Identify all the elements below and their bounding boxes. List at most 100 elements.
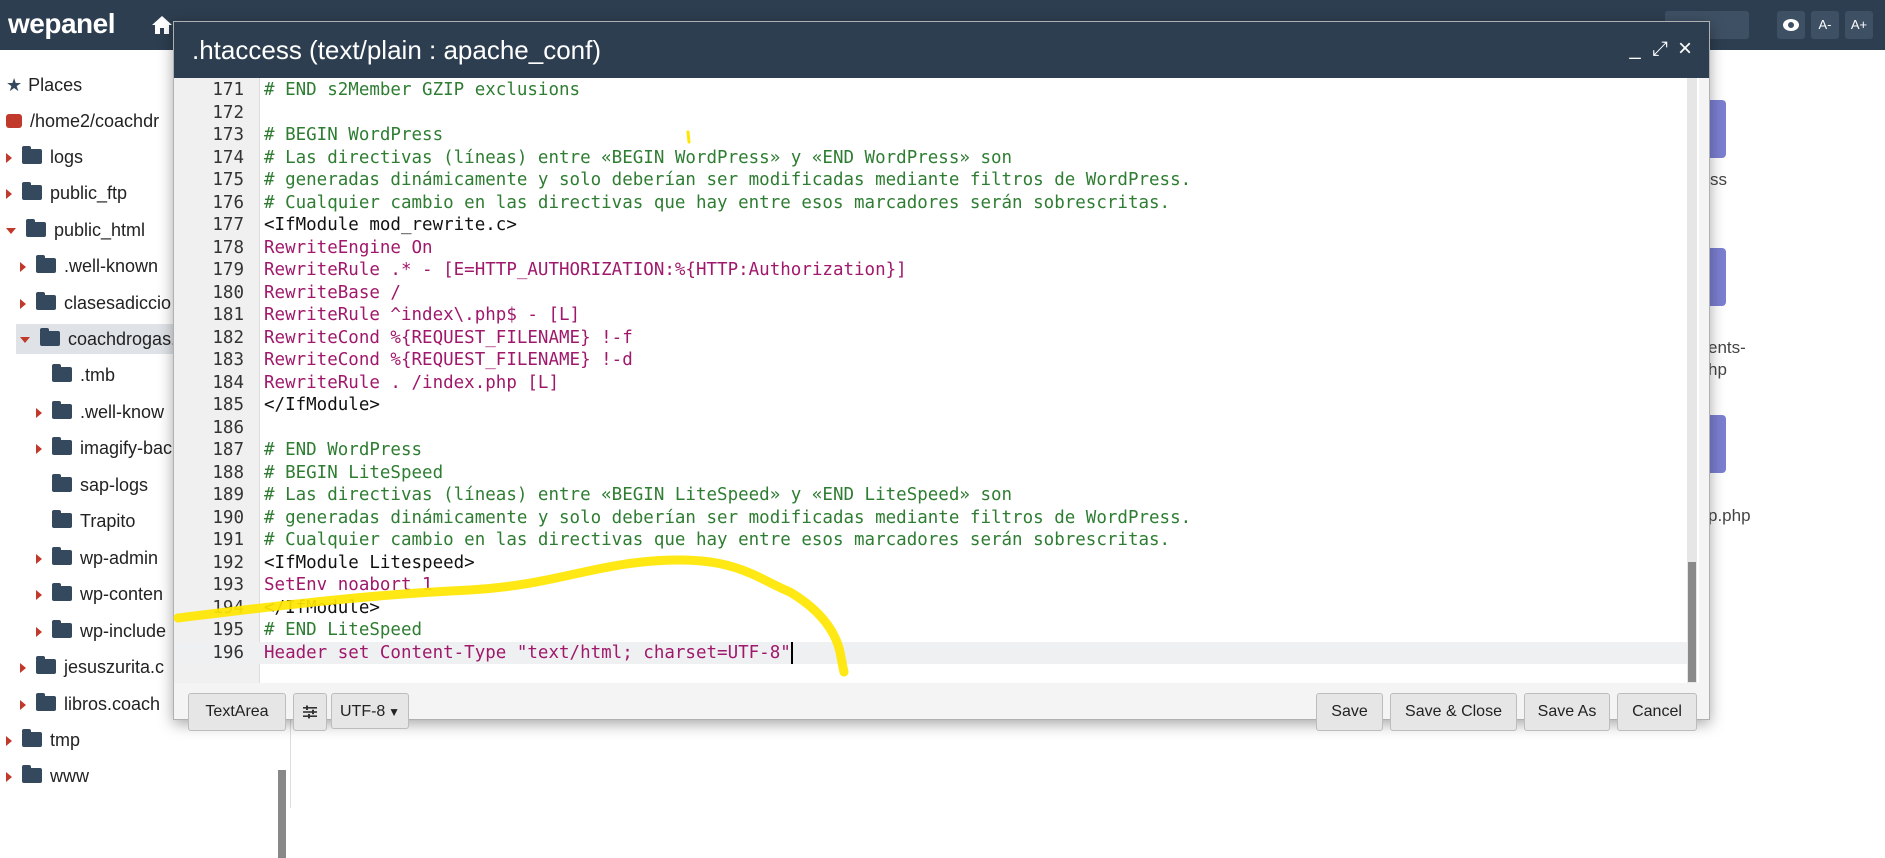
code-line[interactable]: 180 RewriteBase /	[174, 282, 1687, 305]
expand-caret-icon[interactable]	[20, 663, 26, 674]
tree-item-logs[interactable]: logs	[6, 142, 83, 172]
tree-item-imagify[interactable]: imagify-bac	[36, 433, 172, 463]
code-line[interactable]: 184 RewriteRule . /index.php [L]	[174, 372, 1687, 395]
font-decrease-button[interactable]: A-	[1811, 11, 1839, 39]
expand-caret-icon[interactable]	[6, 772, 12, 783]
code-line[interactable]: 171 # END s2Member GZIP exclusions	[174, 79, 1687, 102]
code-line[interactable]: 193 SetEnv noabort 1	[174, 574, 1687, 597]
line-number: 178	[212, 237, 244, 258]
tree-item-wp-admin[interactable]: wp-admin	[36, 543, 158, 573]
code-text: # END WordPress	[264, 440, 423, 460]
expand-caret-icon[interactable]	[36, 590, 42, 601]
collapse-caret-icon[interactable]	[20, 337, 30, 344]
code-line[interactable]: 185 </IfModule>	[174, 394, 1687, 417]
folder-open-icon	[40, 328, 60, 346]
tree-item-tmb[interactable]: .tmb	[36, 360, 115, 390]
tree-item-home[interactable]: /home2/coachdr	[6, 106, 159, 136]
encoding-select[interactable]: UTF-8 ▼	[331, 693, 409, 729]
code-line[interactable]: 187 # END WordPress	[174, 439, 1687, 462]
code-line[interactable]: 190 # generadas dinámicamente y solo debe…	[174, 507, 1687, 530]
code-line[interactable]: 176 # Cualquier cambio en las directivas …	[174, 192, 1687, 215]
line-number: 173	[212, 125, 244, 145]
tree-item-jesuszurita[interactable]: jesuszurita.c	[20, 652, 164, 682]
code-line[interactable]: 188 # BEGIN LiteSpeed	[174, 462, 1687, 485]
code-line[interactable]: 192 <IfModule Litespeed>	[174, 552, 1687, 575]
tree-item-well-known[interactable]: .well-known	[20, 251, 158, 281]
settings-sliders-icon[interactable]	[293, 693, 327, 731]
code-text: # END s2Member GZIP exclusions	[264, 80, 581, 100]
code-line[interactable]: 186	[174, 417, 1687, 440]
dialog-titlebar[interactable]: .htaccess (text/plain : apache_conf) _ ⤢…	[174, 22, 1709, 78]
code-text: RewriteEngine On	[264, 237, 433, 258]
save-button[interactable]: Save	[1316, 693, 1383, 731]
code-line[interactable]: 174 # Las directivas (líneas) entre «BEGI…	[174, 147, 1687, 170]
file-label: ents-	[1708, 338, 1746, 357]
folder-icon	[52, 583, 72, 601]
code-line[interactable]: 183 RewriteCond %{REQUEST_FILENAME} !-d	[174, 349, 1687, 372]
save-as-button[interactable]: Save As	[1524, 693, 1610, 731]
code-line[interactable]: 181 RewriteRule ^index\.php$ - [L]	[174, 304, 1687, 327]
font-increase-button[interactable]: A+	[1845, 11, 1873, 39]
code-editor[interactable]: 171 # END s2Member GZIP exclusions 172 173 #…	[174, 78, 1699, 683]
code-line[interactable]: 189 # Las directivas (líneas) entre «BEGI…	[174, 484, 1687, 507]
tree-item-www[interactable]: www	[6, 761, 89, 791]
cancel-button[interactable]: Cancel	[1617, 693, 1697, 731]
expand-caret-icon[interactable]	[6, 153, 12, 164]
code-line[interactable]: 195 # END LiteSpeed	[174, 619, 1687, 642]
code-line[interactable]: 175 # generadas dinámicamente y solo debe…	[174, 169, 1687, 192]
expand-caret-icon[interactable]	[36, 627, 42, 638]
code-line[interactable]: 177 <IfModule mod_rewrite.c>	[174, 214, 1687, 237]
code-line[interactable]: 179 RewriteRule .* - [E=HTTP_AUTHORIZATIO…	[174, 259, 1687, 282]
tree-item-wp-content[interactable]: wp-conten	[36, 579, 163, 609]
star-icon: ★	[6, 75, 23, 95]
code-line[interactable]: 178 RewriteEngine On	[174, 237, 1687, 260]
code-line[interactable]: 194 </IfModule>	[174, 597, 1687, 620]
editor-scrollbar-thumb[interactable]	[1688, 562, 1696, 682]
code-line[interactable]: 173 # BEGIN WordPress	[174, 124, 1687, 147]
expand-caret-icon[interactable]	[6, 736, 12, 747]
line-number: 193	[212, 575, 244, 595]
close-icon[interactable]: ×	[1674, 37, 1696, 61]
home-icon[interactable]	[150, 14, 174, 36]
tree-item-coachdrogas[interactable]: coachdrogas.	[16, 324, 178, 354]
expand-caret-icon[interactable]	[6, 189, 12, 200]
code-text: RewriteRule ^index\.php$ - [L]	[264, 305, 581, 325]
folder-icon	[52, 474, 72, 492]
code-line[interactable]: 182 RewriteCond %{REQUEST_FILENAME} !-f	[174, 327, 1687, 350]
sidebar-scrollbar[interactable]	[278, 770, 286, 858]
line-number: 171	[212, 80, 244, 100]
tree-item-clasesadiccio[interactable]: clasesadiccio	[20, 288, 171, 318]
code-line[interactable]: 172	[174, 102, 1687, 125]
expand-caret-icon[interactable]	[20, 262, 26, 273]
code-text: # END LiteSpeed	[264, 620, 423, 640]
tree-item-sap-logs[interactable]: sap-logs	[36, 470, 148, 500]
code-text: # BEGIN LiteSpeed	[264, 462, 444, 483]
code-line[interactable]: 191 # Cualquier cambio en las directivas …	[174, 529, 1687, 552]
expand-caret-icon[interactable]	[20, 700, 26, 711]
line-number: 181	[212, 305, 244, 325]
code-text: SetEnv noabort 1	[264, 575, 433, 595]
collapse-caret-icon[interactable]	[6, 228, 16, 235]
tree-item-well-known-2[interactable]: .well-know	[36, 397, 164, 427]
minimize-icon[interactable]: _	[1624, 38, 1646, 60]
tree-item-public-html[interactable]: public_html	[6, 215, 145, 245]
folder-icon	[36, 292, 56, 310]
line-number: 182	[212, 327, 244, 348]
tree-item-libros[interactable]: libros.coach	[20, 689, 160, 719]
expand-caret-icon[interactable]	[20, 299, 26, 310]
textarea-button[interactable]: TextArea	[188, 693, 286, 731]
expand-caret-icon[interactable]	[36, 408, 42, 419]
folder-icon	[52, 401, 72, 419]
tree-item-wp-includes[interactable]: wp-include	[36, 616, 166, 646]
tree-item-tmp[interactable]: tmp	[6, 725, 80, 755]
tree-item-trapito[interactable]: Trapito	[36, 506, 135, 536]
tree-item-places[interactable]: ★ Places	[6, 70, 82, 100]
code-line[interactable]: 196 Header set Content-Type "text/html; c…	[174, 641, 1687, 664]
save-close-button[interactable]: Save & Close	[1390, 693, 1517, 731]
tree-item-public-ftp[interactable]: public_ftp	[6, 178, 127, 208]
eye-icon[interactable]	[1777, 11, 1805, 39]
maximize-icon[interactable]: ⤢	[1649, 38, 1671, 60]
expand-caret-icon[interactable]	[36, 554, 42, 565]
expand-caret-icon[interactable]	[36, 444, 42, 455]
line-number: 180	[212, 282, 244, 303]
